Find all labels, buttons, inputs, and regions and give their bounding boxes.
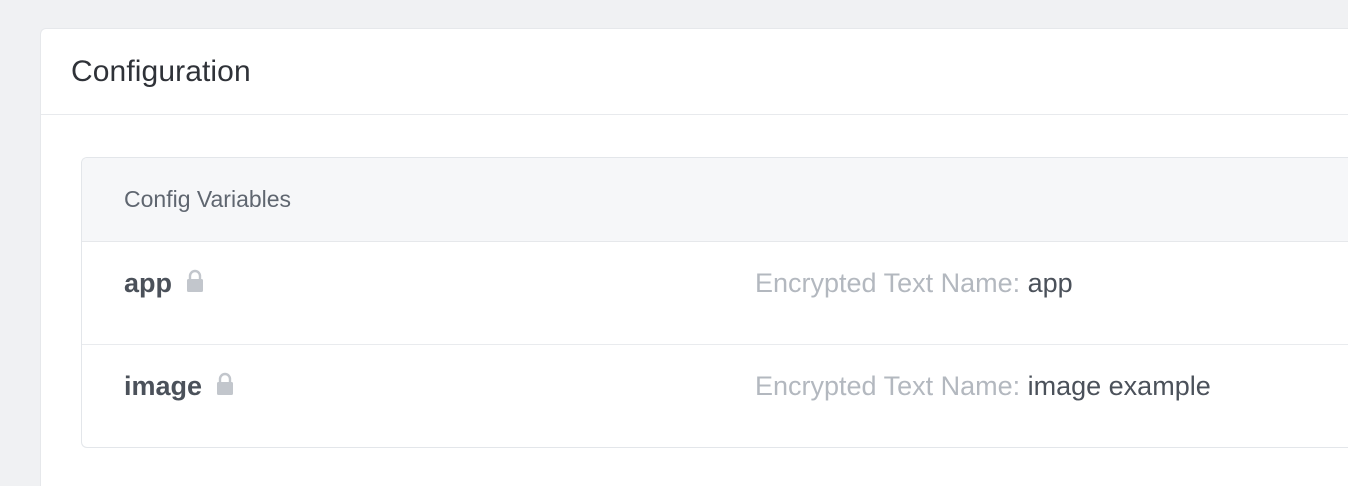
variable-name: image [124,371,236,402]
variable-key: image [124,371,203,401]
variable-value: Encrypted Text Name: app [755,268,1073,299]
config-variable-row-image: image Encrypted Text Name: image example [82,345,1348,447]
variable-value-text: image example [1027,371,1211,401]
configuration-card: Configuration Config Variables app Encry… [40,28,1348,486]
config-variables-header: Config Variables [82,158,1348,242]
card-header: Configuration [41,29,1348,115]
lock-icon [184,268,206,294]
config-variables-header-label: Config Variables [124,186,292,212]
config-variables-panel: Config Variables app Encrypted Text Name… [81,157,1348,448]
variable-name: app [124,268,206,299]
variable-key: app [124,268,173,298]
page: Configuration Config Variables app Encry… [0,0,1348,486]
variable-value: Encrypted Text Name: image example [755,371,1211,402]
variable-value-text: app [1027,268,1073,298]
card-title: Configuration [71,54,251,88]
variable-value-label: Encrypted Text Name: [755,268,1028,298]
lock-icon [214,371,236,397]
variable-value-label: Encrypted Text Name: [755,371,1028,401]
config-variable-row-app: app Encrypted Text Name: app [82,242,1348,345]
